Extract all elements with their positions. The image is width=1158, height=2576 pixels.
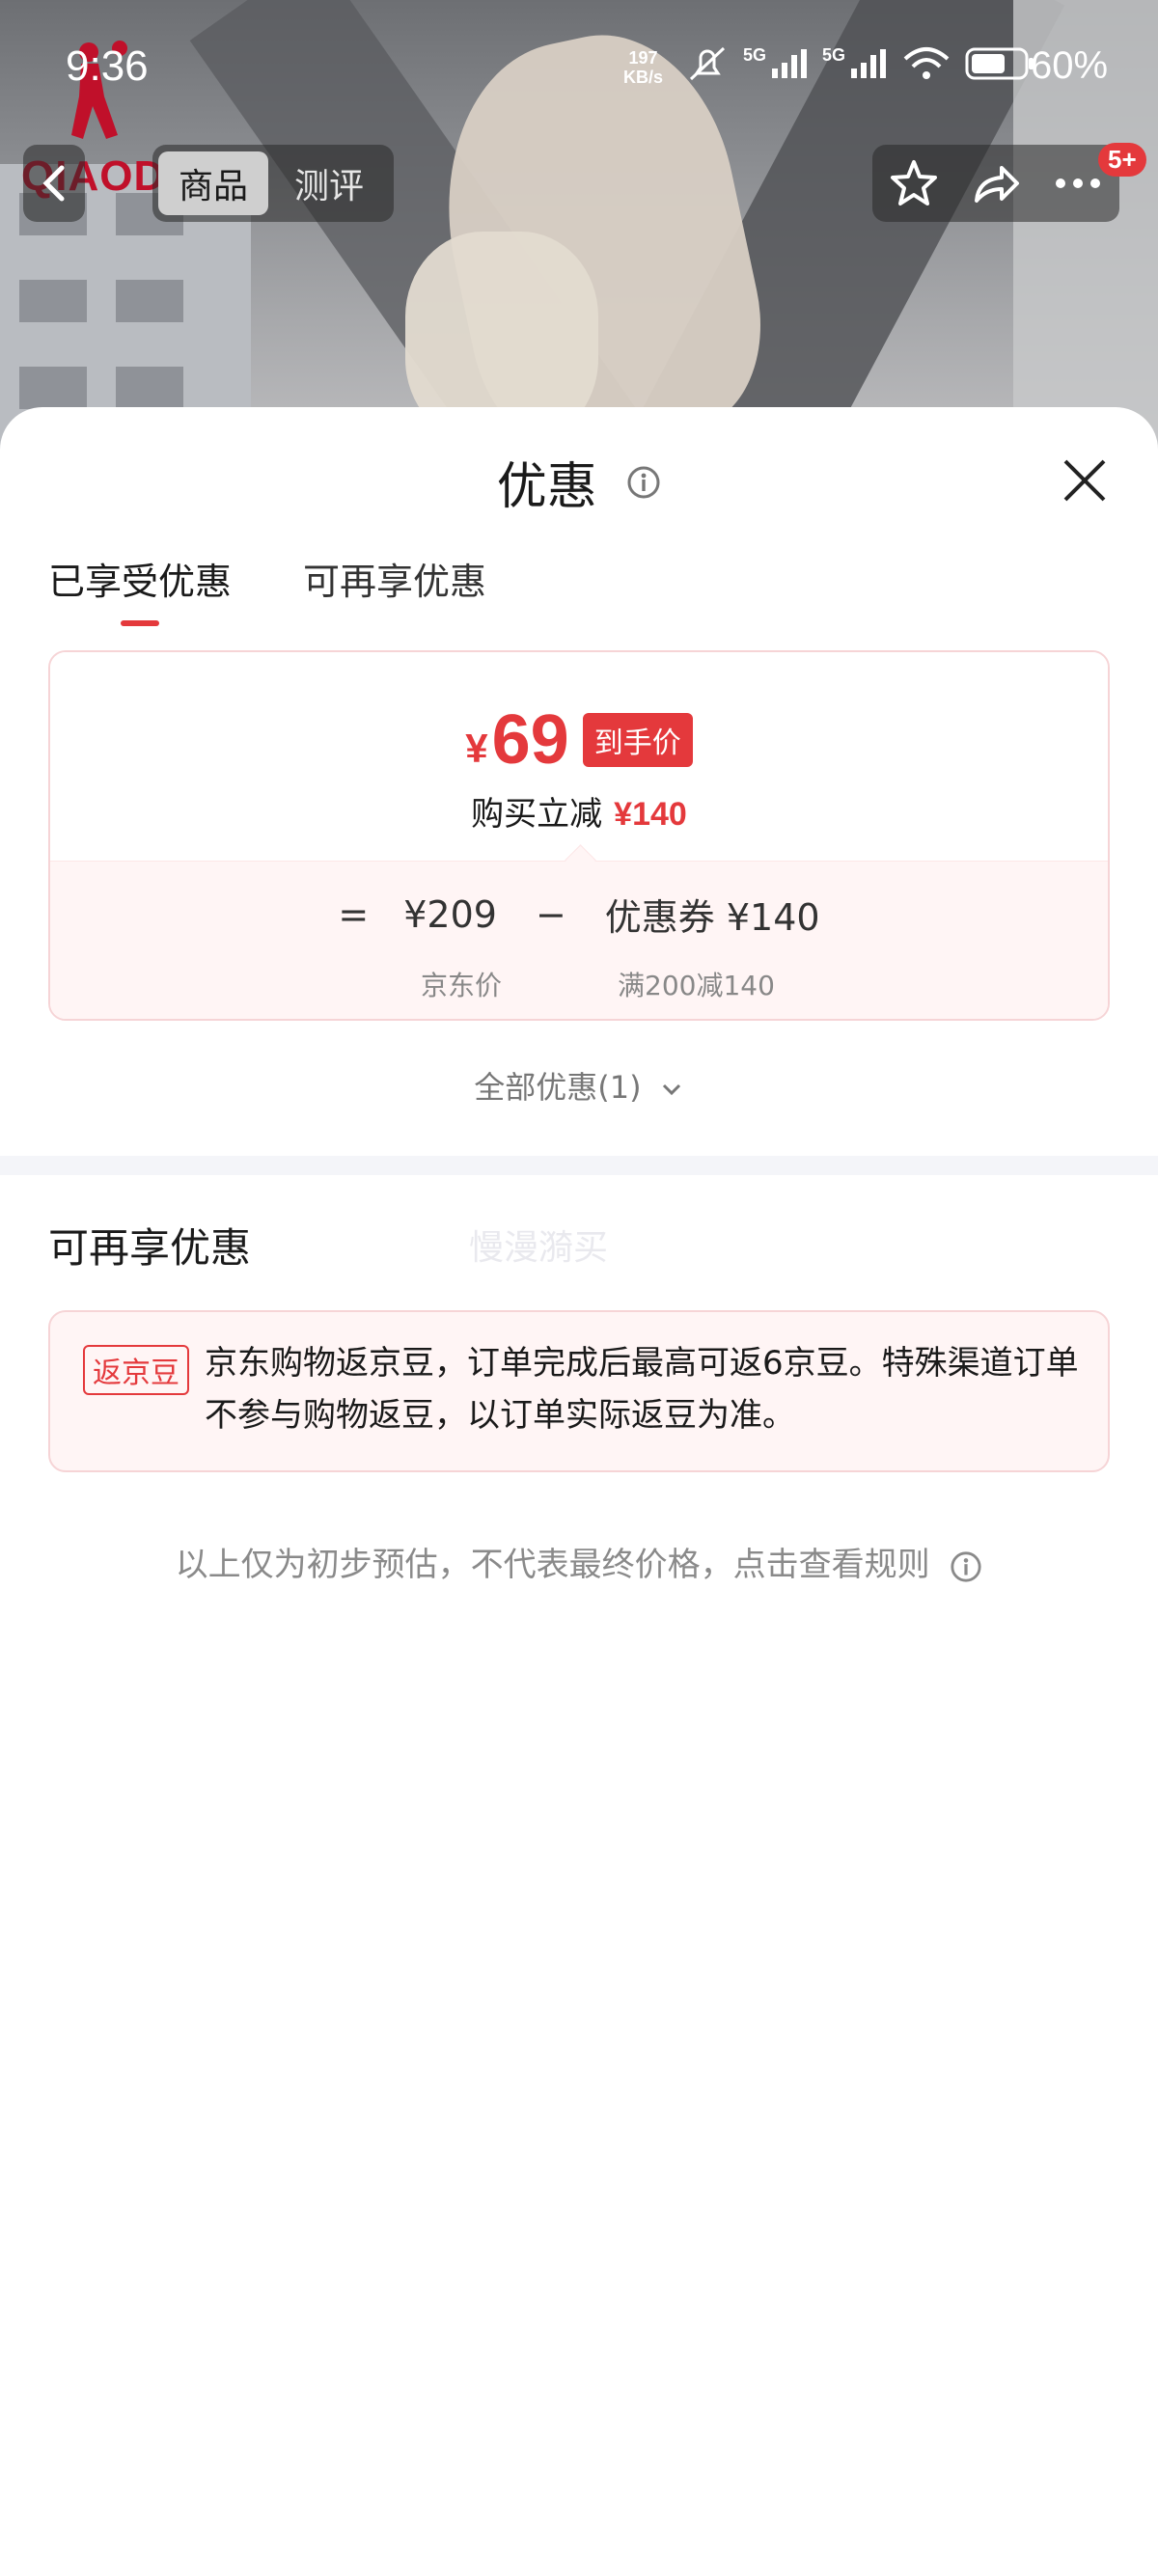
signal-5g-label: 5G	[743, 44, 767, 65]
instant-discount-label: 购买立减	[471, 795, 603, 834]
final-price-tag: 到手价	[582, 713, 693, 767]
price-formula: = ¥209 − 优惠券 ¥140	[50, 888, 1108, 941]
disclaimer-text: 以上仅为初步预估，不代表最终价格，点击查看规则	[175, 1546, 930, 1584]
more-icon[interactable]	[1051, 156, 1105, 210]
coupon-amount: 优惠券 ¥140	[604, 896, 820, 939]
all-offers-toggle[interactable]: 全部优惠(1)	[0, 1063, 1158, 1108]
watermark-text: 慢漫漪买	[469, 1228, 609, 1268]
network-rate-value: 197	[628, 48, 658, 68]
more-offers-heading: 可再享优惠	[48, 1224, 252, 1272]
jd-bean-description: 京东购物返京豆，订单完成后最高可返6京豆。特殊渠道订单不参与购物返豆，以订单实际…	[205, 1344, 1079, 1435]
network-rate-unit: KB/s	[623, 68, 664, 87]
status-time: 9:36	[66, 42, 149, 90]
signal-icon	[772, 49, 808, 78]
rules-link[interactable]: 以上仅为初步预估，不代表最终价格，点击查看规则	[0, 1538, 1158, 1585]
tab-enjoyed-offers[interactable]: 已享受优惠	[48, 552, 232, 626]
instant-discount-amount: ¥140	[614, 796, 687, 833]
star-icon[interactable]	[887, 156, 941, 210]
close-icon[interactable]	[1060, 455, 1110, 506]
sheet-title: 优惠	[0, 446, 1158, 518]
battery-percent: 60%	[1031, 44, 1109, 87]
chevron-down-icon	[662, 1083, 680, 1096]
price-breakdown-card: ¥ 69 到手价 购买立减 ¥140 = ¥209 − 优惠券 ¥140 京东价 …	[48, 650, 1110, 1021]
price-currency: ¥	[465, 726, 488, 771]
back-button[interactable]	[23, 145, 85, 222]
final-price: 69	[491, 701, 569, 779]
section-divider	[0, 1156, 1158, 1175]
status-bar: 9:36 197 KB/s 5G 5G 60%	[0, 0, 1158, 135]
back-icon	[42, 165, 65, 202]
tab-more-offers[interactable]: 可再享优惠	[303, 552, 486, 626]
price-summary: ¥ 69 到手价 购买立减 ¥140	[50, 652, 1108, 861]
status-icons: 5G 5G	[685, 44, 1036, 83]
jd-price-label: 京东价	[421, 970, 503, 1001]
equals-sign: =	[338, 892, 370, 936]
jd-bean-tag: 返京豆	[83, 1345, 189, 1395]
jd-price: ¥209	[403, 892, 497, 936]
info-icon	[951, 1550, 981, 1582]
offers-sheet: 优惠 已享受优惠 可再享优惠 ¥ 69 到手价 购买立减 ¥140 = ¥209…	[0, 407, 1158, 2576]
top-tabs: 商品 测评	[152, 145, 394, 222]
battery-icon	[965, 47, 1034, 80]
instant-discount-row: 购买立减 ¥140	[50, 787, 1108, 835]
mute-bell-icon	[689, 46, 726, 81]
signal-icon	[851, 49, 887, 78]
tab-product[interactable]: 商品	[158, 151, 268, 215]
wifi-icon	[903, 47, 950, 79]
sheet-title-text: 优惠	[496, 458, 597, 516]
signal-5g-label: 5G	[822, 44, 846, 65]
top-actions	[872, 145, 1119, 222]
price-formula-area	[50, 861, 1108, 1019]
offer-tabs: 已享受优惠 可再享优惠	[48, 552, 486, 626]
final-price-row: ¥ 69 到手价	[50, 700, 1108, 780]
coupon-condition-label: 满200减140	[618, 970, 775, 1001]
minus-sign: −	[535, 892, 566, 936]
all-offers-label: 全部优惠(1)	[474, 1069, 642, 1106]
info-icon[interactable]	[626, 465, 661, 500]
network-rate: 197 KB/s	[623, 48, 663, 87]
notification-badge: 5+	[1098, 143, 1146, 177]
tab-review[interactable]: 测评	[274, 151, 384, 215]
jd-bean-card[interactable]: 返京豆 京东购物返京豆，订单完成后最高可返6京豆。特殊渠道订单不参与购物返豆，以…	[48, 1310, 1110, 1472]
share-icon[interactable]	[969, 156, 1023, 210]
